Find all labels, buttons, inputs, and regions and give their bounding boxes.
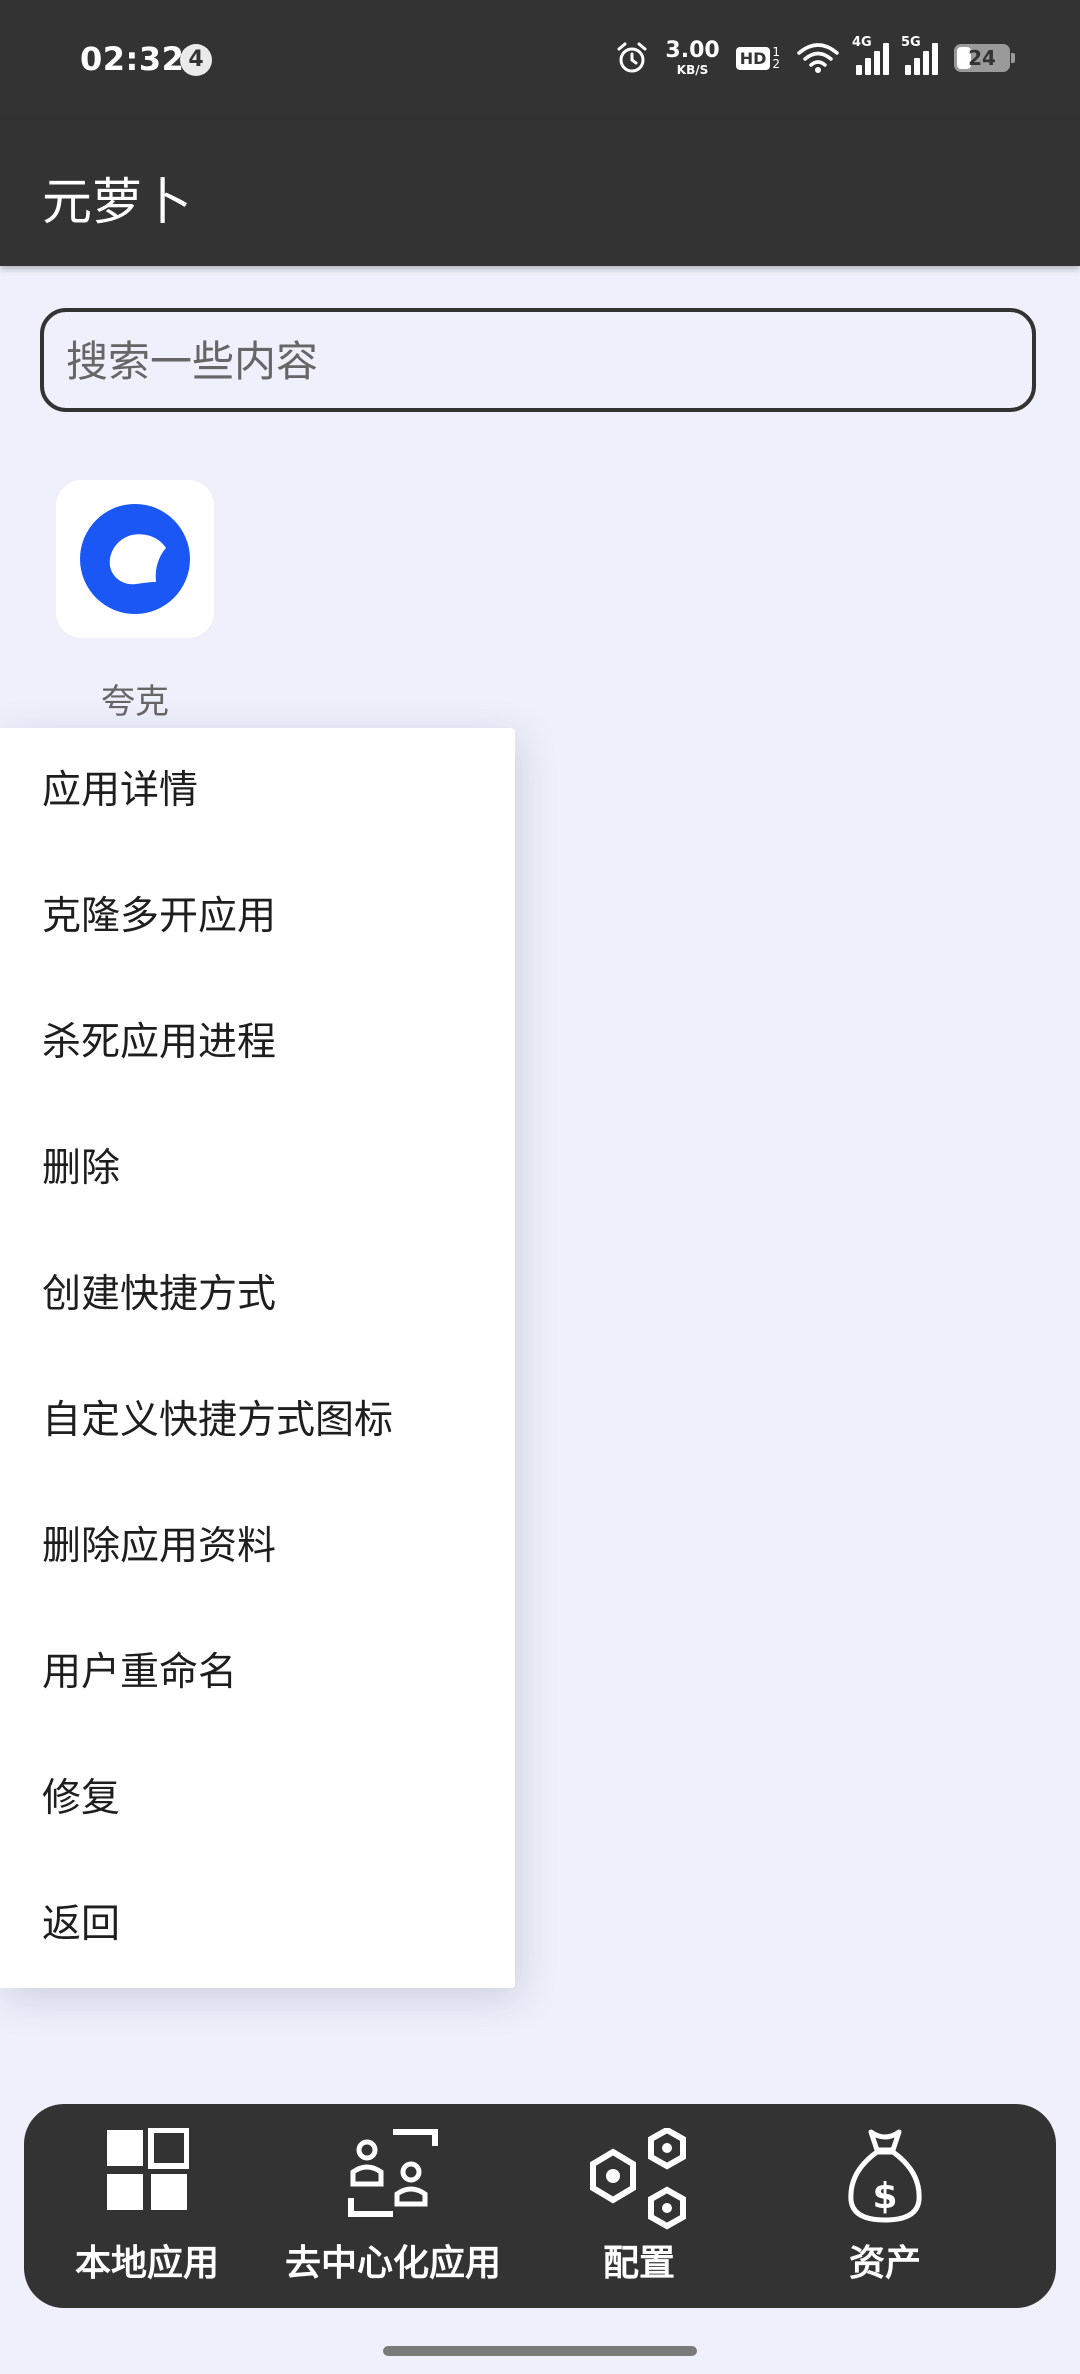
status-time: 02:32 bbox=[80, 40, 185, 78]
nav-config[interactable]: 配置 bbox=[516, 2104, 762, 2308]
battery-level: 24 bbox=[968, 46, 996, 70]
money-bag-icon: $ bbox=[848, 2129, 922, 2223]
app-context-menu: 应用详情 克隆多开应用 杀死应用进程 删除 创建快捷方式 自定义快捷方式图标 删… bbox=[0, 728, 515, 1988]
wifi-icon bbox=[797, 43, 839, 73]
notification-count-badge: 4 bbox=[180, 44, 212, 76]
network-speed: 3.00 KB/S bbox=[665, 38, 720, 77]
signal-5g-label: 5G bbox=[901, 35, 921, 50]
app-bar: 元萝卜 bbox=[0, 120, 1080, 266]
app-tile-quark[interactable]: 夸克 bbox=[56, 480, 214, 723]
grid-icon bbox=[107, 2128, 189, 2210]
status-icons: 3.00 KB/S HD 1 2 4G 5G 24 bbox=[615, 35, 1015, 80]
app-title: 元萝卜 bbox=[42, 173, 192, 231]
hd-sub: 1 2 bbox=[772, 46, 780, 70]
menu-item-clone-app[interactable]: 克隆多开应用 bbox=[0, 854, 515, 980]
home-indicator[interactable] bbox=[383, 2346, 697, 2356]
nav-label-decentralized-apps: 去中心化应用 bbox=[284, 2243, 501, 2284]
status-bar: 02:32 4 3.00 KB/S HD 1 2 4G 5G 24 bbox=[0, 0, 1080, 120]
bottom-navigation: 本地应用 去中心化应用 配置 $ 资产 bbox=[24, 2104, 1056, 2308]
menu-item-custom-shortcut-icon[interactable]: 自定义快捷方式图标 bbox=[0, 1358, 515, 1484]
alarm-icon bbox=[617, 42, 647, 73]
menu-item-repair[interactable]: 修复 bbox=[0, 1736, 515, 1862]
nav-label-local-apps: 本地应用 bbox=[74, 2243, 219, 2284]
quark-app-icon[interactable] bbox=[56, 480, 214, 638]
signal-4g-icon: 4G bbox=[852, 35, 889, 75]
battery-icon: 24 bbox=[954, 44, 1015, 72]
search-box[interactable] bbox=[40, 308, 1036, 412]
menu-item-app-details[interactable]: 应用详情 bbox=[0, 728, 515, 854]
search-input[interactable] bbox=[64, 330, 1008, 392]
menu-item-kill-process[interactable]: 杀死应用进程 bbox=[0, 980, 515, 1106]
nav-label-config: 配置 bbox=[602, 2243, 675, 2284]
hd-sub-2: 2 bbox=[772, 57, 780, 71]
nav-assets[interactable]: $ 资产 bbox=[762, 2104, 1008, 2308]
menu-item-delete-app-data[interactable]: 删除应用资料 bbox=[0, 1484, 515, 1610]
nav-decentralized-apps[interactable]: 去中心化应用 bbox=[270, 2104, 516, 2308]
menu-item-delete[interactable]: 删除 bbox=[0, 1106, 515, 1232]
nav-local-apps[interactable]: 本地应用 bbox=[24, 2104, 270, 2308]
network-speed-unit: KB/S bbox=[676, 63, 709, 77]
nav-label-assets: 资产 bbox=[848, 2243, 921, 2284]
menu-item-back[interactable]: 返回 bbox=[0, 1862, 515, 1988]
network-speed-value: 3.00 bbox=[665, 38, 720, 63]
menu-item-rename-user[interactable]: 用户重命名 bbox=[0, 1610, 515, 1736]
menu-item-create-shortcut[interactable]: 创建快捷方式 bbox=[0, 1232, 515, 1358]
signal-4g-label: 4G bbox=[852, 35, 872, 50]
hd-voice-indicator: HD 1 2 bbox=[735, 46, 780, 70]
svg-text:$: $ bbox=[872, 2176, 897, 2217]
app-name: 夸克 bbox=[101, 682, 169, 722]
people-scan-icon bbox=[348, 2129, 438, 2217]
signal-5g-icon: 5G bbox=[901, 35, 938, 75]
hexagon-nodes-icon bbox=[590, 2128, 686, 2230]
hd-label: HD bbox=[735, 46, 771, 70]
